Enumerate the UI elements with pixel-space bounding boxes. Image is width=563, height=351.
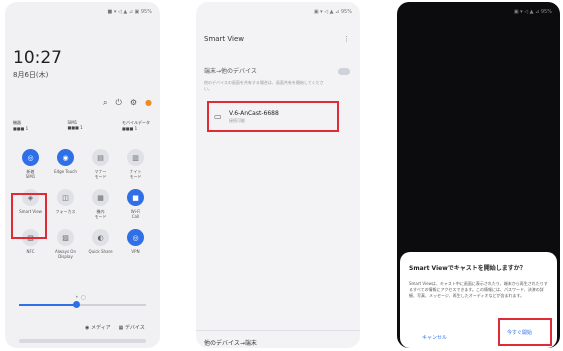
more-options-icon[interactable]: ⋮ (343, 35, 350, 43)
media-button[interactable]: ◉ メディア (85, 324, 111, 331)
quick-tile[interactable]: ◐ Quick Share (83, 229, 118, 259)
cast-dialog: Smart Viewでキャストを開始しますか？ Smart Viewは、キャスト… (400, 252, 557, 348)
quick-tile[interactable]: ▦ 機内 モード (83, 189, 118, 219)
quick-tile[interactable]: ▥ ナイト モード (118, 149, 153, 179)
divider (196, 330, 360, 331)
tile-icon: ▦ (92, 189, 109, 206)
smart-view-screen: ▣ ▾ ◁ ▲ ⊿ 95% Smart View ⋮ 端末→他のデバイス 他のデ… (196, 2, 360, 348)
quick-tile[interactable]: ◎ VPN (118, 229, 153, 259)
brightness-knob[interactable] (73, 301, 81, 308)
status-bar: ▣ ▾ ◁ ▲ ⊿ 95% (405, 9, 552, 17)
tile-label: Wi-Fi Call (130, 209, 141, 219)
tile-label: 新着 SIM1 (25, 169, 36, 179)
tile-label: マナー モード (94, 169, 107, 179)
status-bar: ▣ ▾ ◁ ▲ ⊿ 95% (204, 9, 352, 17)
chip-sub: ■■■ 1 (122, 126, 138, 131)
section-hint: 他のデバイスの画面を共有する場合は、画面共有を開始してください。 (204, 80, 324, 91)
dialog-title: Smart Viewでキャストを開始しますか？ (409, 265, 526, 272)
chip-device[interactable]: 機器 ■■■ 1 (13, 120, 43, 131)
clock: 10:27 (13, 48, 62, 68)
tile-label: ナイト モード (129, 169, 142, 179)
smart-view-highlight (11, 193, 47, 239)
device-status: 接続可能 (229, 118, 245, 123)
gear-icon[interactable]: ⚙ (130, 98, 137, 108)
status-icons: ▣ ▾ ◁ ▲ ⊿ 95% (313, 9, 352, 15)
page-indicator: • ○ (75, 294, 86, 301)
cancel-button[interactable]: キャンセル (422, 334, 447, 341)
dialog-body: Smart Viewは、キャスト中に画面に表示されたり、端末から再生されたりする… (409, 281, 548, 298)
connection-chips: 機器 ■■■ 1 SIM1 ■■■ 1 モバイルデータ ■■■ 1 (13, 120, 152, 131)
tile-icon: ◎ (22, 149, 39, 166)
status-icons: ■ ▾ ◁ ▲ ⊿ ▣ 95% (107, 9, 153, 15)
top-actions: ⌕ ⏻ ⚙ ● (103, 98, 152, 108)
tile-icon: ▥ (127, 149, 144, 166)
tile-label: フォーカス (55, 209, 76, 214)
brightness-fill (19, 304, 77, 306)
tile-label: Edge Touch (54, 169, 77, 174)
device-list-item[interactable]: ▭ V.6-AnCast-6688 接続可能 (207, 101, 339, 132)
date: 8月6日(木) (13, 71, 49, 79)
brightness-slider[interactable] (19, 301, 146, 308)
chip-mobile-data[interactable]: モバイルデータ ■■■ 1 (122, 120, 152, 131)
section-header: 端末→他のデバイス (204, 68, 257, 75)
tile-icon: ▤ (92, 149, 109, 166)
start-now-label: 今すぐ開始 (507, 330, 533, 336)
tile-icon: ◐ (92, 229, 109, 246)
tile-icon: ◫ (57, 189, 74, 206)
quick-tile[interactable]: ◎ 新着 SIM1 (13, 149, 48, 179)
quick-tile[interactable]: ◫ フォーカス (48, 189, 83, 219)
tile-icon: ◉ (57, 149, 74, 166)
tv-icon: ▭ (214, 112, 222, 121)
tile-icon: ◎ (127, 229, 144, 246)
quick-tile[interactable]: ◉ Edge Touch (48, 149, 83, 179)
device-button[interactable]: ▦ デバイス (119, 324, 145, 331)
reverse-cast-label[interactable]: 他のデバイス→端末 (204, 338, 257, 347)
power-icon[interactable]: ⏻ (116, 98, 122, 108)
more-icon[interactable]: ● (145, 98, 152, 108)
media-device-row: ◉ メディア ▦ デバイス (85, 324, 145, 331)
chip-sim[interactable]: SIM1 ■■■ 1 (68, 120, 98, 131)
status-bar: ■ ▾ ◁ ▲ ⊿ ▣ 95% (13, 9, 153, 17)
quick-tile[interactable]: ■ Wi-Fi Call (118, 189, 153, 219)
chip-sub: ■■■ 1 (67, 125, 83, 130)
quick-tile[interactable]: ▤ マナー モード (83, 149, 118, 179)
search-icon[interactable]: ⌕ (103, 98, 107, 108)
device-name: V.6-AnCast-6688 (229, 110, 279, 117)
tile-label: Always On Display (55, 249, 76, 259)
tile-label: VPN (131, 249, 140, 254)
cast-confirm-screen: ▣ ▾ ◁ ▲ ⊿ 95% Smart Viewでキャストを開始しますか？ Sm… (397, 2, 560, 348)
page-title: Smart View (204, 35, 245, 43)
tile-icon: ■ (127, 189, 144, 206)
section-toggle[interactable] (338, 68, 350, 75)
tile-label: Quick Share (88, 249, 113, 254)
footer-bar (19, 339, 146, 343)
status-icons: ▣ ▾ ◁ ▲ ⊿ 95% (513, 9, 552, 15)
quick-panel-screen: ■ ▾ ◁ ▲ ⊿ ▣ 95% 10:27 8月6日(木) ⌕ ⏻ ⚙ ● 機器… (5, 2, 160, 348)
tile-label: NFC (26, 249, 35, 254)
tile-label: 機内 モード (94, 209, 107, 219)
chip-sub: ■■■ 1 (13, 126, 29, 131)
tile-icon: ▨ (57, 229, 74, 246)
quick-tile[interactable]: ▨ Always On Display (48, 229, 83, 259)
start-now-button[interactable]: 今すぐ開始 (498, 318, 552, 346)
